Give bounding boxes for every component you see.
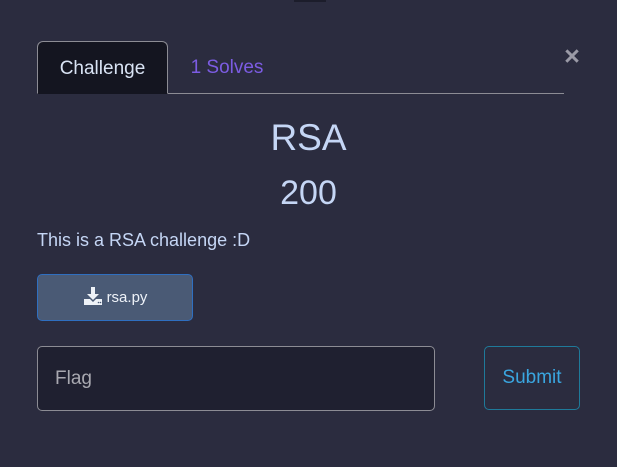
challenge-tabs: Challenge 1 Solves xyxy=(37,41,564,94)
challenge-value: 200 xyxy=(280,174,337,212)
top-divider xyxy=(294,0,326,2)
challenge-modal: × Challenge 1 Solves RSA 200 This is a R… xyxy=(0,0,617,467)
challenge-description: This is a RSA challenge :D xyxy=(37,230,251,250)
challenge-title: RSA xyxy=(270,117,347,158)
tab-solves[interactable]: 1 Solves xyxy=(182,41,272,94)
download-icon xyxy=(83,286,103,310)
tab-challenge[interactable]: Challenge xyxy=(37,41,168,94)
file-name-label: rsa.py xyxy=(106,289,148,306)
close-icon: × xyxy=(564,41,580,71)
submit-button[interactable]: Submit xyxy=(484,346,580,410)
close-button[interactable]: × xyxy=(561,41,583,71)
download-file-button[interactable]: rsa.py xyxy=(37,274,193,321)
flag-input[interactable] xyxy=(37,346,435,411)
